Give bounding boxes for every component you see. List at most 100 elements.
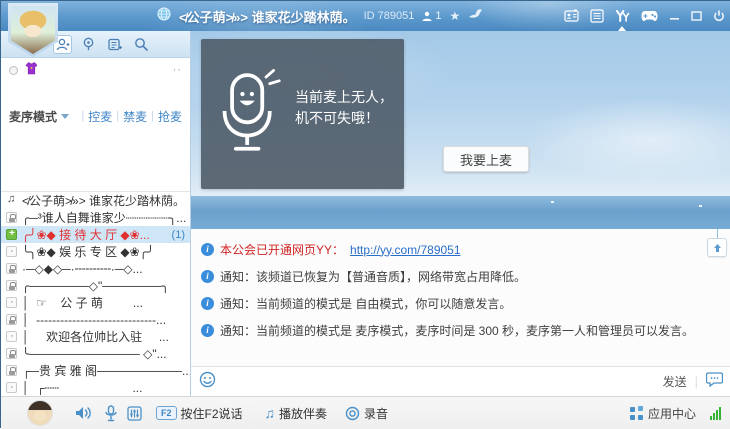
lock-icon <box>6 365 17 376</box>
separator: | <box>695 374 698 389</box>
dot-icon <box>6 331 17 342</box>
scroll-top-button[interactable] <box>707 238 727 257</box>
channel-panel-icon[interactable] <box>590 9 604 23</box>
channel-name: ·─◇◆◇─·╌╌╌╌╌·─◇... <box>22 262 143 276</box>
lock-icon <box>6 348 17 359</box>
send-button[interactable]: 发送 <box>655 373 695 390</box>
favorite-star-icon[interactable]: ★ <box>450 9 461 23</box>
chat-message: 本公会已开通网页YY： http://yy.com/789051 <box>201 241 707 258</box>
my-avatar[interactable] <box>27 400 53 426</box>
mute-mic-link[interactable]: 禁麦 <box>123 108 147 125</box>
member-row-owner[interactable]: ·· <box>1 58 190 82</box>
mic-empty-card: 当前麦上无人，机不可失哦！ <box>201 39 404 189</box>
channel-row[interactable]: │ ------------------------------... <box>1 311 190 328</box>
purple-vest-icon <box>25 61 38 80</box>
channel-name: ≮公子萌≯»> 谁家花少踏林荫。 <box>22 192 185 209</box>
record-button[interactable]: 录音 <box>364 405 388 422</box>
emoji-icon[interactable] <box>199 371 216 393</box>
globe-icon <box>157 7 171 26</box>
message-input-bar: 发送 | <box>191 366 730 396</box>
tab-location[interactable] <box>79 35 98 54</box>
chat-bubble-icon[interactable] <box>706 371 723 392</box>
mic-mode-label[interactable]: 麦序模式 <box>9 108 57 125</box>
app-grid-icon <box>630 407 643 420</box>
channel-row[interactable]: ╰╮❀◆ 娱 乐 专 区 ◆❀╭╯ <box>1 243 190 260</box>
push-to-talk-button[interactable]: 按住F2说话 <box>181 405 243 422</box>
channel-row[interactable]: │ ┌┄┄ ... <box>1 379 190 396</box>
smiling-microphone-icon <box>217 65 283 157</box>
channel-count-badge: (1) <box>172 229 190 241</box>
channel-name: ╭─³谁人自舞谁家少┈┈┈┈┈┈╮... <box>22 209 186 226</box>
dot-icon <box>6 297 17 308</box>
contact-card-icon[interactable] <box>564 9 579 23</box>
join-mic-button[interactable]: 我要上麦 <box>443 146 529 172</box>
chat-message: 通知：该频道已恢复为【普通音质】，网络带宽占用降低。 <box>201 268 707 285</box>
channel-row-root[interactable]: ≮公子萌≯»> 谁家花少踏林荫。 <box>1 192 190 209</box>
channel-name: ╭╯❀◆ 接 待 大 厅 ◆❀... <box>22 226 150 243</box>
signal-bars-icon <box>710 407 721 420</box>
member-more-dots[interactable]: ·· <box>173 64 182 76</box>
chat-message: 通知：当前频道的模式是 麦序模式，麦序时间是 300 秒，麦序第一人和管理员可以… <box>201 322 707 339</box>
music-note-icon[interactable]: ♫ <box>265 405 276 421</box>
channel-name: ┌─贵 宾 雅 阁──────────... <box>22 362 190 379</box>
boat-speck <box>699 205 702 207</box>
lock-icon <box>6 212 17 223</box>
channel-name: │ ------------------------------... <box>22 313 166 327</box>
speaker-icon[interactable] <box>75 405 93 421</box>
bottom-toolbar: F2 按住F2说话 ♫ 播放伴奏 录音 应用中心 <box>1 396 730 429</box>
dot-icon <box>6 382 17 393</box>
avatar-image <box>11 6 55 54</box>
record-icon[interactable] <box>345 406 360 421</box>
channel-row-selected[interactable]: ╭╯❀◆ 接 待 大 厅 ◆❀... (1) <box>1 226 190 243</box>
app-center-button[interactable]: 应用中心 <box>630 405 696 422</box>
sea-background <box>191 196 730 229</box>
info-icon <box>201 297 214 310</box>
separator: | <box>116 110 119 122</box>
minimize-icon[interactable] <box>669 11 680 21</box>
arrow-up-icon <box>713 243 722 253</box>
message-text: 通知：该频道已恢复为【普通音质】，网络带宽占用降低。 <box>220 268 526 285</box>
member-list-icon <box>108 38 122 51</box>
yy-logo-icon[interactable] <box>615 9 630 23</box>
separator: | <box>81 110 84 122</box>
channel-row[interactable]: ╭─³谁人自舞谁家少┈┈┈┈┈┈╮... <box>1 209 190 226</box>
play-accompaniment-button[interactable]: 播放伴奏 <box>279 405 327 422</box>
channel-name: │ ☞ 公 子 萌 ... <box>22 294 143 311</box>
channel-id: ID 789051 <box>364 10 415 22</box>
maximize-icon[interactable] <box>691 11 702 21</box>
f2-key-badge: F2 <box>156 406 177 420</box>
message-input[interactable] <box>216 371 655 393</box>
channel-name: ╰───────────── ◇"... <box>22 347 167 361</box>
tab-search[interactable] <box>131 35 150 54</box>
control-mic-link[interactable]: 控麦 <box>88 108 112 125</box>
grab-mic-link[interactable]: 抢麦 <box>158 108 182 125</box>
channel-web-link[interactable]: http://yy.com/789051 <box>350 243 461 257</box>
separator: | <box>151 110 154 122</box>
app-center-label: 应用中心 <box>648 405 696 422</box>
lock-icon <box>6 263 17 274</box>
mic-mode-row: 麦序模式 | 控麦 | 禁麦 | 抢麦 <box>1 104 190 128</box>
search-icon <box>134 37 148 51</box>
channel-row[interactable]: ╭───────◇"───────╮ <box>1 277 190 294</box>
music-note-icon <box>6 195 17 206</box>
dove-icon[interactable] <box>468 7 483 25</box>
info-icon <box>201 324 214 337</box>
info-icon <box>201 243 214 256</box>
channel-row[interactable]: │ ☞ 公 子 萌 ... <box>1 294 190 311</box>
microphone-icon[interactable] <box>105 405 117 422</box>
gamepad-icon[interactable] <box>641 10 658 22</box>
chevron-down-icon[interactable] <box>61 114 69 123</box>
channel-row[interactable]: │ 欢迎各位帅比入驻 ... <box>1 328 190 345</box>
close-icon[interactable] <box>713 10 725 22</box>
channel-name: │ 欢迎各位帅比入驻 ... <box>22 328 169 345</box>
channel-row[interactable]: ╰───────────── ◇"... <box>1 345 190 362</box>
mic-empty-text: 当前麦上无人，机不可失哦！ <box>295 87 395 129</box>
lock-icon <box>6 280 17 291</box>
mixer-icon[interactable] <box>127 406 142 421</box>
message-text: 本公会已开通网页YY： <box>220 241 344 258</box>
online-count: 1 <box>422 10 441 22</box>
voice-status-radio <box>9 66 18 75</box>
tab-member-list[interactable] <box>105 35 124 54</box>
channel-row[interactable]: ·─◇◆◇─·╌╌╌╌╌·─◇... <box>1 260 190 277</box>
channel-row[interactable]: ┌─贵 宾 雅 阁──────────... <box>1 362 190 379</box>
